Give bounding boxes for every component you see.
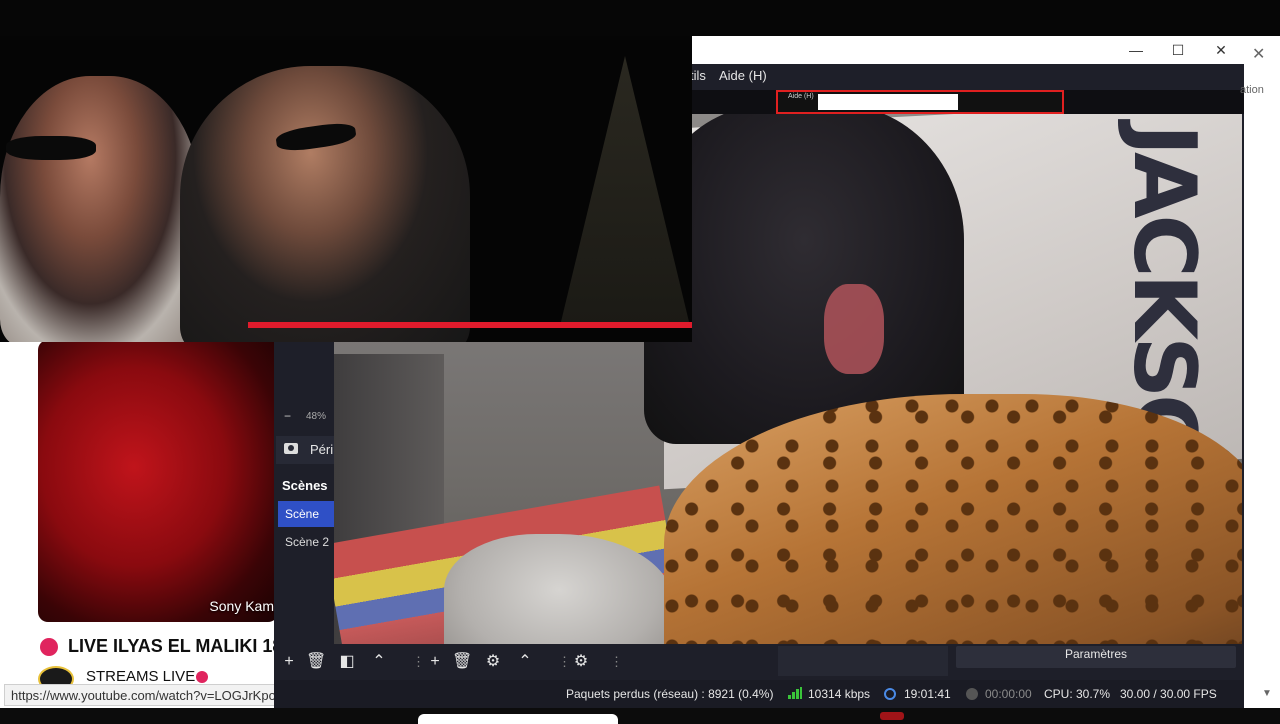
add-scene-icon[interactable]: +: [279, 652, 299, 672]
taskbar-item[interactable]: [418, 714, 618, 724]
remove-source-icon[interactable]: 🗑: [452, 652, 472, 672]
settings-button[interactable]: Paramètres: [956, 646, 1236, 666]
taskbar-app-icon[interactable]: [880, 712, 904, 720]
scene-item[interactable]: Scène: [278, 501, 334, 527]
bitrate-status: 10314 kbps: [808, 687, 871, 701]
signal-strength-icon: [788, 687, 802, 699]
scenes-panel: [276, 470, 334, 646]
live-dot-icon: [40, 638, 58, 656]
poster-text: JACKSON: [1114, 124, 1214, 532]
side-panel-text: ation: [1240, 84, 1264, 96]
minimize-button[interactable]: —: [1122, 40, 1150, 60]
taskbar: [0, 708, 1280, 720]
obs-menubar: [690, 64, 1244, 90]
camera-icon: [284, 443, 298, 454]
close-button[interactable]: ✕: [1207, 40, 1235, 60]
sunglasses-left: [6, 136, 96, 160]
background-cone: [560, 56, 690, 326]
side-close-icon[interactable]: ✕: [1252, 44, 1265, 64]
menu-tools[interactable]: tils: [690, 68, 706, 83]
source-label: Périphérique de capture vidéo: [310, 442, 334, 457]
maximize-button[interactable]: ☐: [1164, 40, 1192, 60]
source-move-up-icon[interactable]: ⌃: [515, 652, 535, 672]
channel-name-link[interactable]: STREAMS LIVE: [86, 668, 195, 685]
fps-status: 30.00 / 30.00 FPS: [1120, 687, 1217, 701]
toolbar-handle-icon[interactable]: ⋮: [558, 654, 571, 670]
obs-titlebar[interactable]: [690, 36, 1244, 64]
nested-preview-mirror: [776, 90, 1064, 114]
thumbnail-caption: Sony Kam: [209, 598, 274, 614]
scroll-down-icon[interactable]: ▼: [1262, 688, 1272, 699]
scenes-title: Scènes: [282, 478, 328, 493]
video-thumbnail[interactable]: Sony Kam: [38, 340, 278, 622]
menu-help[interactable]: Aide (H): [719, 68, 767, 83]
dropped-frames-status: Paquets perdus (réseau) : 8921 (0.4%): [566, 687, 774, 701]
status-url-tooltip: https://www.youtube.com/watch?v=LOGJrKpo: [4, 684, 276, 706]
more-options-icon[interactable]: ⋮: [610, 654, 623, 670]
side-panel: [1244, 36, 1280, 708]
source-properties-gear-icon[interactable]: ⚙: [483, 652, 503, 672]
person-right: [180, 66, 470, 342]
zoom-out-button[interactable]: −: [284, 409, 291, 423]
stream-time-status: 19:01:41: [904, 687, 951, 701]
cpu-status: CPU: 30.7%: [1044, 687, 1111, 701]
nested-menu-text: Aide (H): [788, 93, 814, 100]
zoom-value: 48%: [306, 411, 327, 422]
poster-hand: [824, 284, 884, 374]
record-time-status: 00:00:00: [985, 687, 1032, 701]
person-left: [0, 76, 200, 342]
scene-item[interactable]: Scène 2: [278, 529, 334, 555]
overlay-video-player[interactable]: [0, 36, 692, 342]
video-title-link[interactable]: LIVE ILYAS EL MALIKI 18: [68, 636, 282, 657]
add-source-icon[interactable]: +: [425, 652, 445, 672]
video-progress-bar[interactable]: [248, 322, 692, 328]
remove-scene-icon[interactable]: 🗑: [306, 652, 326, 672]
audio-mixer-panel: [778, 646, 948, 676]
top-black-strip: [0, 0, 1280, 36]
toolbar-handle-icon[interactable]: ⋮: [412, 654, 425, 670]
live-badge-icon: [196, 671, 208, 683]
transition-gear-icon[interactable]: ⚙: [571, 652, 591, 672]
record-icon: [966, 688, 978, 700]
move-up-icon[interactable]: ⌃: [369, 652, 389, 672]
poster-portrait: [644, 114, 964, 444]
broadcast-icon: [884, 688, 896, 700]
scene-filter-icon[interactable]: ◧: [337, 652, 357, 672]
